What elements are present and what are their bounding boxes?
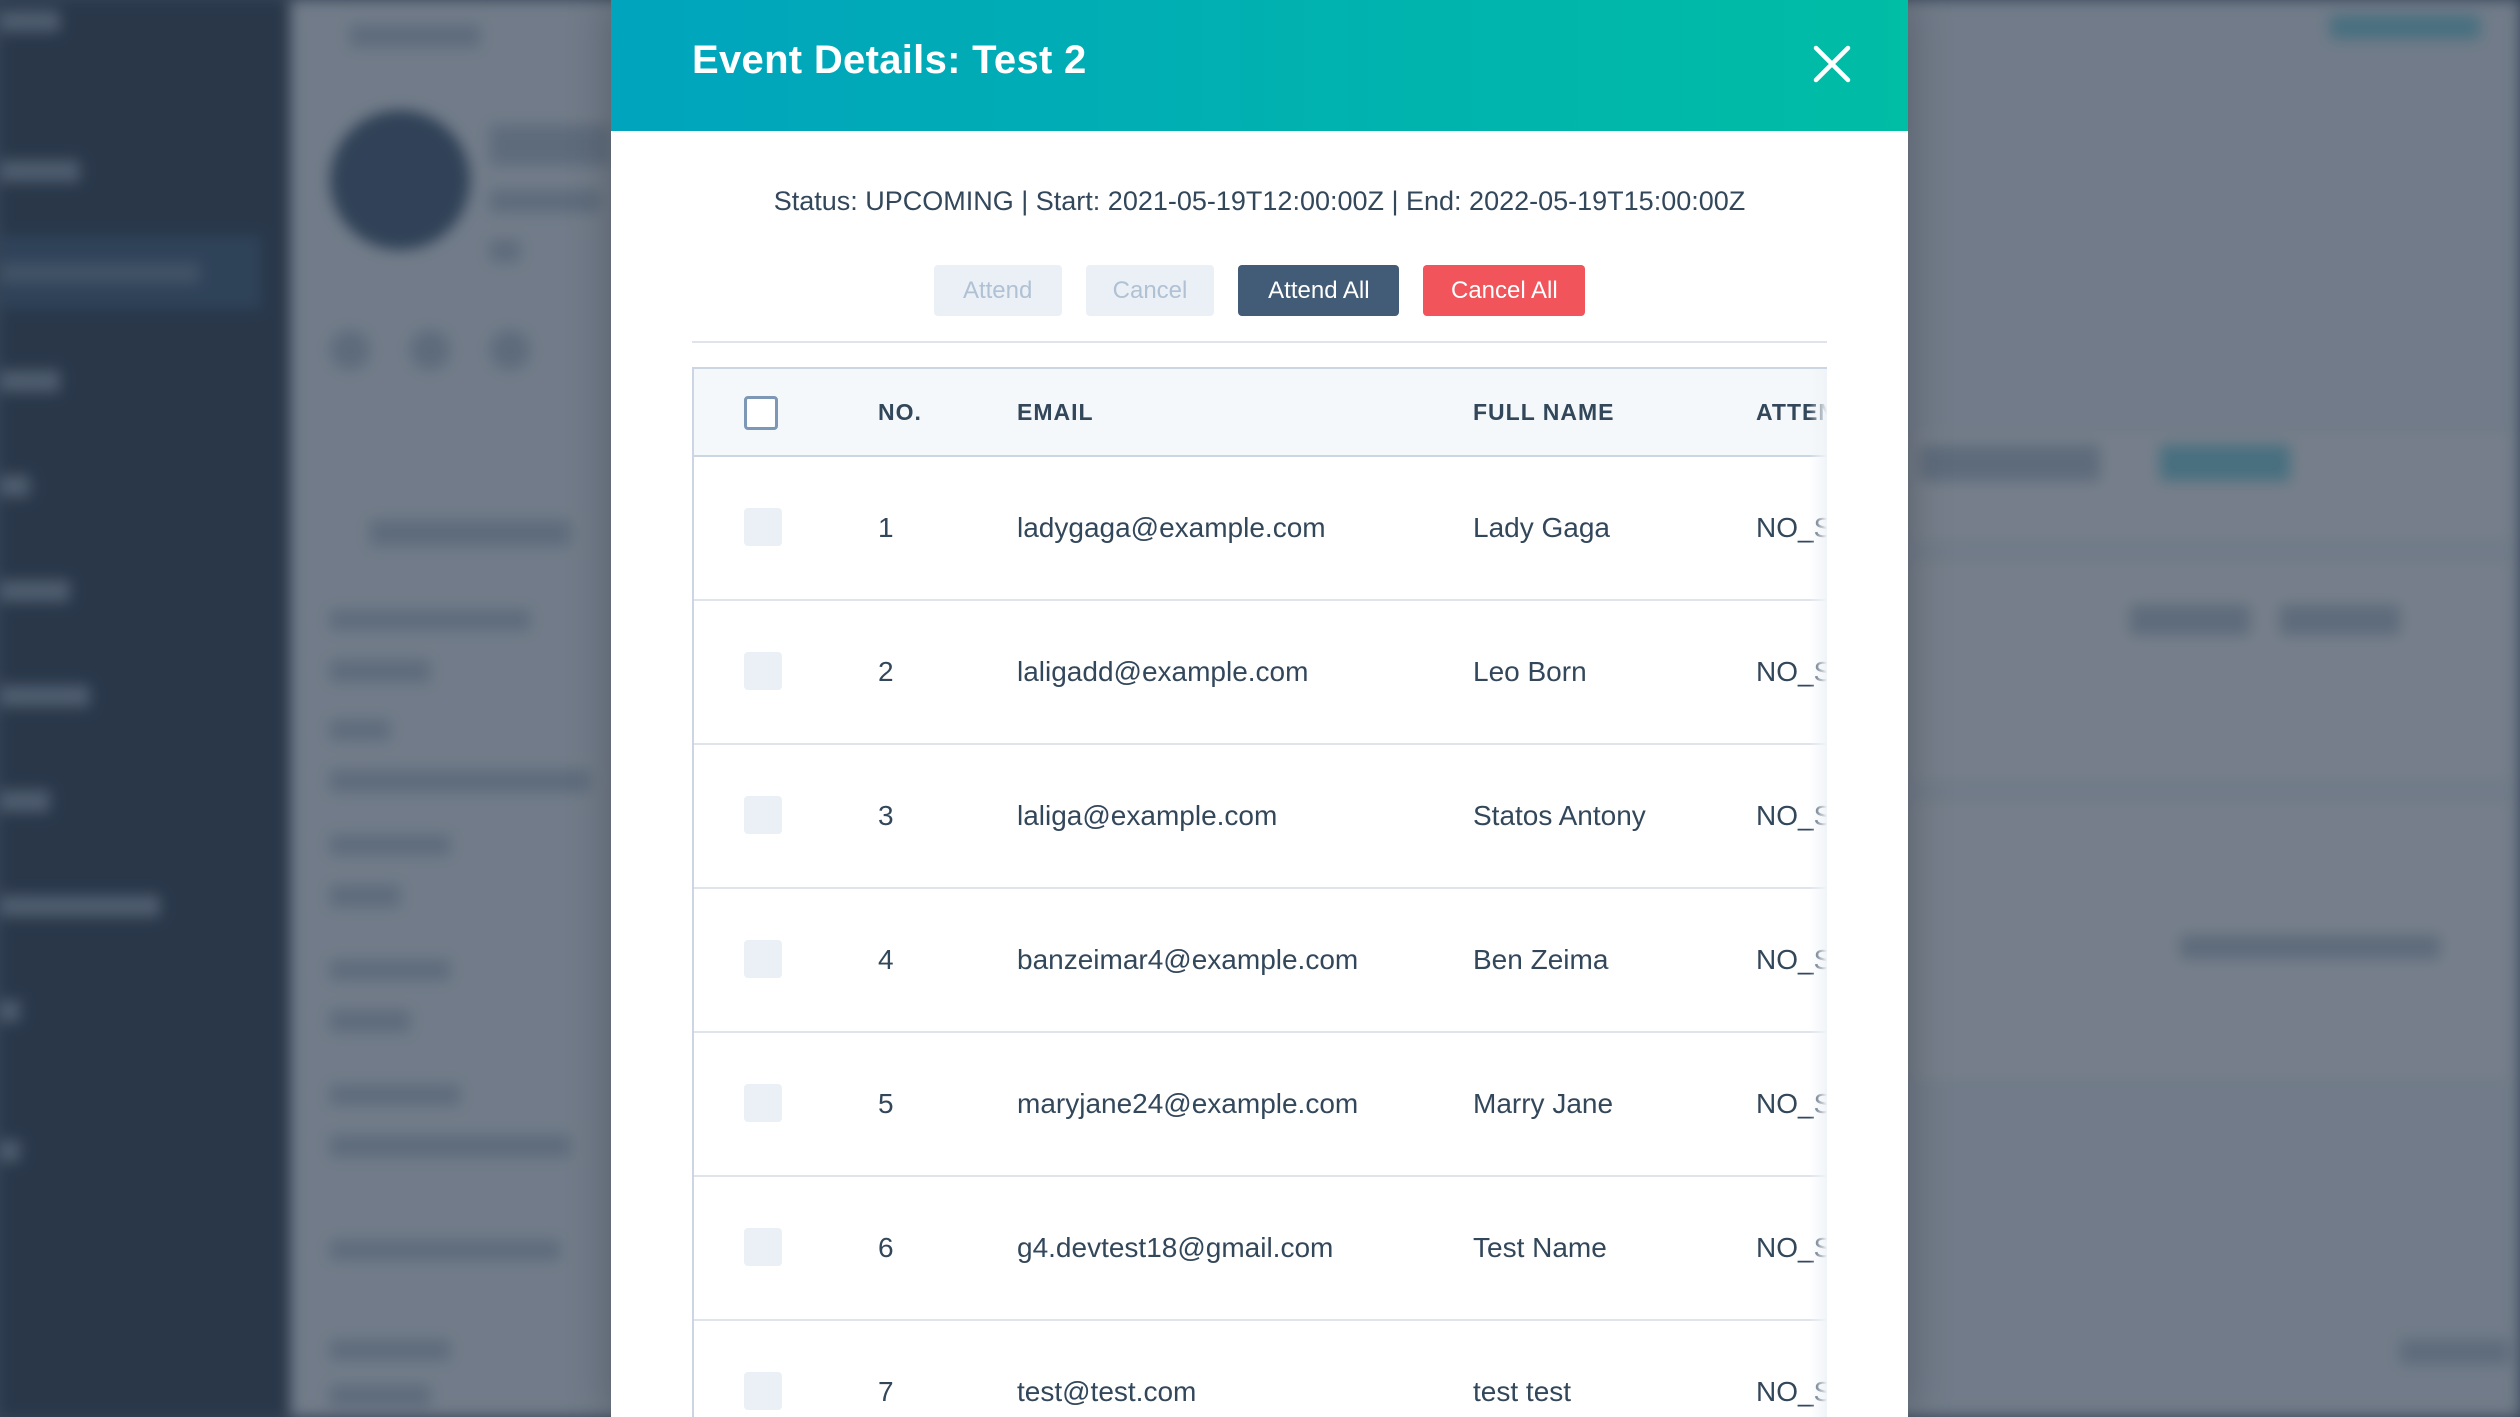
close-icon bbox=[1813, 45, 1851, 83]
row-number: 3 bbox=[878, 800, 894, 831]
column-header-no[interactable]: NO. bbox=[878, 369, 922, 455]
select-all-checkbox[interactable] bbox=[744, 396, 778, 430]
row-full-name: Marry Jane bbox=[1473, 1088, 1614, 1119]
row-full-name: test test bbox=[1473, 1376, 1572, 1407]
event-status-line: Status: UPCOMING | Start: 2021-05-19T12:… bbox=[773, 186, 1746, 216]
attend-all-button[interactable]: Attend All bbox=[1238, 265, 1400, 316]
row-full-name: Lady Gaga bbox=[1473, 512, 1610, 543]
row-email: banzeimar4@example.com bbox=[1017, 944, 1359, 975]
table-row[interactable]: 4 banzeimar4@example.com Ben Zeima NO_S bbox=[694, 889, 1827, 1033]
row-checkbox[interactable] bbox=[744, 1372, 782, 1410]
table-row[interactable]: 6 g4.devtest18@gmail.com Test Name NO_S bbox=[694, 1177, 1827, 1321]
table-row[interactable]: 7 test@test.com test test NO_S bbox=[694, 1321, 1827, 1417]
row-checkbox[interactable] bbox=[744, 940, 782, 978]
row-full-name: Ben Zeima bbox=[1473, 944, 1609, 975]
divider bbox=[692, 341, 1827, 343]
attend-button[interactable]: Attend bbox=[933, 265, 1062, 316]
row-email: ladygaga@example.com bbox=[1017, 512, 1326, 543]
attendees-table: NO. EMAIL FULL NAME ATTEN 1 ladygaga@exa… bbox=[692, 367, 1827, 1417]
row-checkbox[interactable] bbox=[744, 1228, 782, 1266]
horizontal-scroll-fade bbox=[1809, 369, 1827, 1417]
row-checkbox[interactable] bbox=[744, 1084, 782, 1122]
row-email: test@test.com bbox=[1017, 1376, 1197, 1407]
modal-title: Event Details: Test 2 bbox=[692, 38, 1087, 82]
row-checkbox[interactable] bbox=[744, 508, 782, 546]
row-email: g4.devtest18@gmail.com bbox=[1017, 1232, 1334, 1263]
row-full-name: Test Name bbox=[1473, 1232, 1607, 1263]
row-email: laliga@example.com bbox=[1017, 800, 1278, 831]
row-number: 6 bbox=[878, 1232, 894, 1263]
row-number: 4 bbox=[878, 944, 894, 975]
table-row[interactable]: 1 ladygaga@example.com Lady Gaga NO_S bbox=[694, 457, 1827, 601]
action-buttons: Attend Cancel Attend All Cancel All bbox=[611, 265, 1908, 316]
row-number: 7 bbox=[878, 1376, 894, 1407]
row-checkbox[interactable] bbox=[744, 796, 782, 834]
cancel-button[interactable]: Cancel bbox=[1085, 265, 1215, 316]
row-email: maryjane24@example.com bbox=[1017, 1088, 1359, 1119]
row-number: 1 bbox=[878, 512, 894, 543]
column-header-full-name[interactable]: FULL NAME bbox=[1473, 369, 1614, 455]
modal-header: Event Details: Test 2 bbox=[611, 0, 1908, 131]
table-row[interactable]: 2 laligadd@example.com Leo Born NO_S bbox=[694, 601, 1827, 745]
table-header: NO. EMAIL FULL NAME ATTEN bbox=[694, 369, 1827, 457]
row-number: 5 bbox=[878, 1088, 894, 1119]
page: Event Details: Test 2 Status: UPCOMING |… bbox=[0, 0, 2520, 1417]
table-row[interactable]: 5 maryjane24@example.com Marry Jane NO_S bbox=[694, 1033, 1827, 1177]
row-full-name: Statos Antony bbox=[1473, 800, 1646, 831]
row-checkbox[interactable] bbox=[744, 652, 782, 690]
column-header-email[interactable]: EMAIL bbox=[1017, 369, 1094, 455]
row-email: laligadd@example.com bbox=[1017, 656, 1309, 687]
table-row[interactable]: 3 laliga@example.com Statos Antony NO_S bbox=[694, 745, 1827, 889]
row-full-name: Leo Born bbox=[1473, 656, 1587, 687]
row-number: 2 bbox=[878, 656, 894, 687]
close-button[interactable] bbox=[1808, 40, 1856, 88]
cancel-all-button[interactable]: Cancel All bbox=[1423, 265, 1586, 316]
event-details-modal: Event Details: Test 2 Status: UPCOMING |… bbox=[611, 0, 1908, 1417]
